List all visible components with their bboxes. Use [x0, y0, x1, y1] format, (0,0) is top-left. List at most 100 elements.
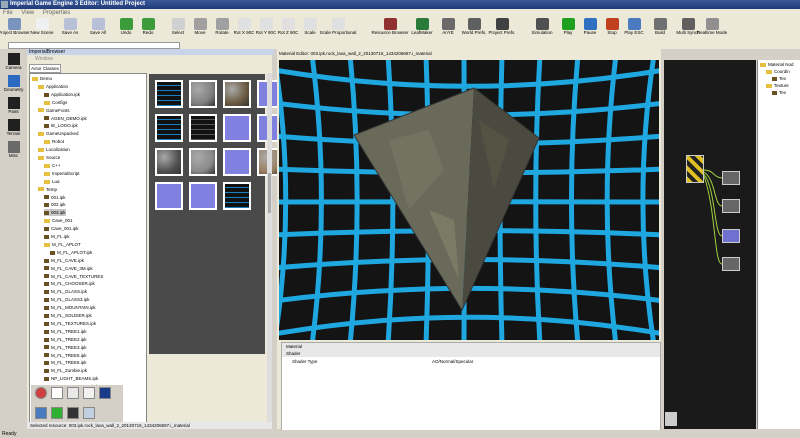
toolbar-world-prefs-button[interactable]: World Prefs.	[462, 18, 486, 40]
tree-package[interactable]: NP_LIGHT_BEAMS.ipk	[44, 375, 98, 382]
toolbar-save-as-button[interactable]: Save As	[58, 18, 82, 40]
toolbar-play-button[interactable]: Play	[556, 18, 580, 40]
toolbar-redo-button[interactable]: Redo	[136, 18, 160, 40]
tree-material-node[interactable]: Material Nod	[760, 61, 794, 68]
material-thumbnail[interactable]	[189, 80, 217, 108]
toolbar-project-prefs-button[interactable]: Project Prefs.	[488, 18, 516, 40]
toolbar-save-all-button[interactable]: Save All	[86, 18, 110, 40]
toolbar-scale-button[interactable]: Scale	[298, 18, 322, 40]
window-menu[interactable]: Window	[27, 55, 280, 63]
tree-package[interactable]: M_FL_APLOT.ipk	[50, 249, 92, 256]
tree-package[interactable]: M_FL_TEXTURES.ipk	[44, 320, 96, 327]
mode-camera[interactable]: Camera	[2, 53, 25, 70]
material-thumbnail[interactable]	[223, 114, 251, 142]
tree-tex-1[interactable]: Tex	[772, 75, 786, 82]
scroll-thumb[interactable]	[268, 173, 271, 213]
node-tex-c[interactable]	[722, 229, 740, 243]
tree-folder[interactable]: Temp	[38, 186, 57, 193]
monitor-icon[interactable]	[67, 407, 79, 419]
toolbar-stop-button[interactable]: Stop	[600, 18, 624, 40]
tree-package[interactable]: M_FL_TREE1.ipk	[44, 328, 87, 335]
tree-coordin[interactable]: Coordin	[766, 68, 790, 75]
toolbar-play-esc-button[interactable]: Play ESC	[622, 18, 646, 40]
mode-paint[interactable]: Paint	[2, 97, 25, 114]
tree-folder[interactable]: Cave_001	[44, 217, 73, 224]
tree-package[interactable]: Application.ipk	[44, 91, 80, 98]
tree-package[interactable]: M_FL_TREE6.ipk	[44, 359, 87, 366]
toolbar-rotate-z-button[interactable]: Rot Z 90C	[276, 18, 300, 40]
mode-terrain[interactable]: Terrain	[2, 119, 25, 136]
section-shader[interactable]: Shader	[282, 350, 660, 357]
tree-package[interactable]: M_FL_Zombie.ipk	[44, 367, 87, 374]
document-icon[interactable]	[67, 387, 79, 399]
tree-folder[interactable]: GameUnpacked	[38, 130, 79, 137]
section-material[interactable]: Material	[282, 343, 660, 350]
tree-texture[interactable]: Texture	[766, 82, 789, 89]
toolbar-scale-proportional-button[interactable]: Scale Proportional	[320, 18, 356, 40]
toolbar-realtime-mode-button[interactable]: Realtime Mode	[697, 18, 727, 40]
tree-package[interactable]: M_FL_TREE2.ipk	[44, 336, 87, 343]
tree-package[interactable]: M_FL_TREE3.ipk	[44, 344, 87, 351]
graph-icon[interactable]	[99, 387, 111, 399]
mode-geometry[interactable]: Geometry	[2, 75, 25, 92]
toolbar-undo-button[interactable]: Undo	[114, 18, 138, 40]
material-thumbnail[interactable]	[189, 114, 217, 142]
trash-icon[interactable]	[665, 412, 677, 426]
tree-package[interactable]: M_FL_CAVE_3M.ipk	[44, 265, 93, 272]
toolbar-build-button[interactable]: Build	[648, 18, 672, 40]
tree-package[interactable]: M_FL_CHOOSER.ipk	[44, 280, 95, 287]
stopwatch-icon[interactable]	[83, 387, 95, 399]
tree-folder[interactable]: M_FL_APLOT	[44, 241, 81, 248]
material-node-graph[interactable]	[664, 60, 756, 429]
toolbar-rotate-button[interactable]: Rotate	[210, 18, 234, 40]
material-thumbnail[interactable]	[189, 182, 217, 210]
toolbar-leafmaker-button[interactable]: LeafMaker	[410, 18, 434, 40]
tree-folder[interactable]: Robot	[44, 138, 64, 145]
toolbar-anye-button[interactable]: AnYE	[436, 18, 460, 40]
tools-icon[interactable]	[35, 407, 47, 419]
shader-type-value[interactable]: AO/Normal/Specular	[432, 359, 473, 364]
tree-package[interactable]: M_FL_GLASS3.ipk	[44, 296, 90, 303]
toolbar-pause-button[interactable]: Pause	[578, 18, 602, 40]
menu-file[interactable]: File	[3, 10, 13, 16]
toolbar-new-scene-button[interactable]: New Scene	[30, 18, 54, 40]
add-icon[interactable]	[51, 407, 63, 419]
toolbar-move-button[interactable]: Move	[188, 18, 212, 40]
tree-folder[interactable]: Lua	[44, 178, 60, 185]
tree-folder[interactable]: C++	[44, 162, 61, 169]
tree-folder[interactable]: Demo	[32, 75, 52, 82]
menu-properties[interactable]: Properties	[43, 10, 70, 16]
node-tex-a[interactable]	[722, 171, 740, 185]
material-thumbnail[interactable]	[155, 114, 183, 142]
remove-icon[interactable]	[35, 387, 47, 399]
material-preview-viewport[interactable]	[279, 60, 659, 340]
material-thumbnail[interactable]	[155, 80, 183, 108]
tree-tex-2[interactable]: Tex	[772, 89, 786, 96]
node-tex-d[interactable]	[722, 257, 740, 271]
material-thumbnail[interactable]	[223, 148, 251, 176]
tree-folder[interactable]: Localization	[38, 146, 70, 153]
toolbar-simulation-button[interactable]: Simulation	[530, 18, 554, 40]
material-thumbnail[interactable]	[155, 182, 183, 210]
toolbar-multi-synch-button[interactable]: Multi Synch	[676, 18, 700, 40]
tree-package[interactable]: M_FL_CAVE_TEXTURES	[44, 273, 103, 280]
tree-folder[interactable]: Configs	[44, 99, 67, 106]
tree-package[interactable]: AGEN_DEMO.ipk	[44, 115, 87, 122]
node-tex-b[interactable]	[722, 199, 740, 213]
tree-package[interactable]: M_FL.ipk	[44, 233, 70, 240]
tree-package[interactable]: Cave_001.ipk	[44, 225, 79, 232]
material-thumbnail[interactable]	[189, 148, 217, 176]
tree-package[interactable]: M_FL_TREE5.ipk	[44, 352, 87, 359]
tree-package[interactable]: 001.ipk	[44, 194, 66, 201]
tree-package[interactable]: M_FL_MOUNTAIN.ipk	[44, 304, 96, 311]
tab-actor-classes[interactable]: Actor Classes	[29, 64, 61, 73]
list-icon[interactable]	[83, 407, 95, 419]
material-thumbnail[interactable]	[155, 148, 183, 176]
tree-folder[interactable]: GameFonts	[38, 107, 70, 114]
magnifier-icon[interactable]	[51, 387, 63, 399]
tree-folder[interactable]: Source	[38, 154, 60, 161]
mode-misc[interactable]: Misc	[2, 141, 25, 158]
browser-scrollbar[interactable]	[267, 73, 272, 425]
address-field[interactable]	[8, 42, 180, 49]
toolbar-select-button[interactable]: Select	[166, 18, 190, 40]
